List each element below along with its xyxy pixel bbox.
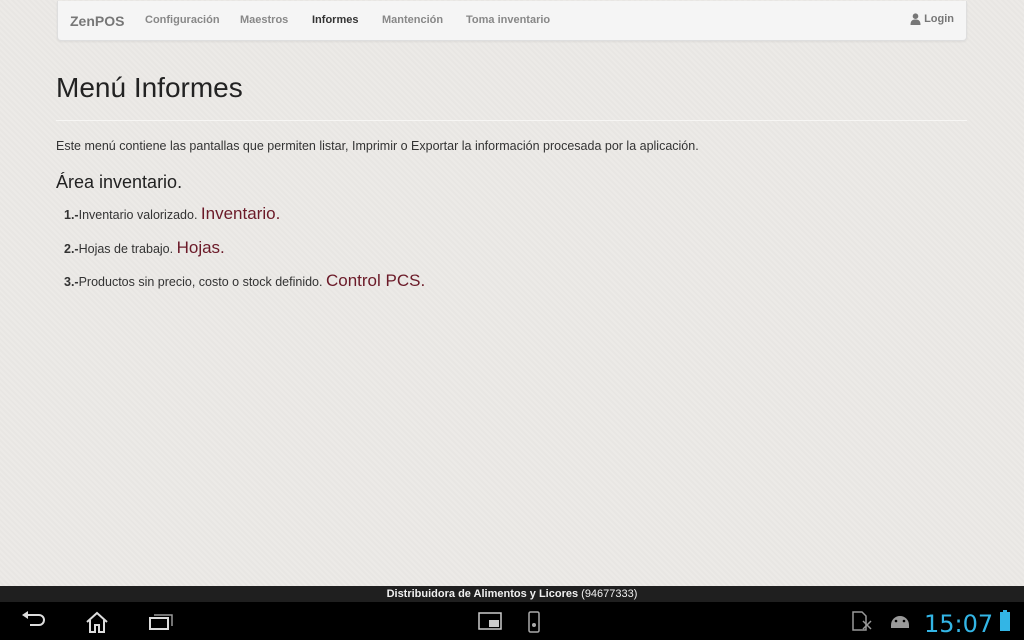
system-navigation-bar: 15:07 bbox=[0, 602, 1024, 640]
nav-item-maestros[interactable]: Maestros bbox=[240, 14, 288, 26]
store-name: Distribuidora de Alimentos y Licores bbox=[386, 588, 579, 600]
battery-icon bbox=[1000, 610, 1010, 631]
intro-text: Este menú contiene las pantallas que per… bbox=[56, 139, 699, 153]
page-title: Menú Informes bbox=[56, 72, 243, 103]
user-icon bbox=[910, 13, 921, 25]
item-number: 3.- bbox=[64, 275, 79, 289]
item-description: Inventario valorizado. bbox=[78, 208, 198, 222]
screenshot-icon[interactable] bbox=[478, 611, 502, 631]
report-item-control-pcs: 3.-Productos sin precio, costo o stock d… bbox=[64, 271, 425, 291]
usb-icon[interactable] bbox=[527, 611, 541, 633]
item-number: 2.- bbox=[64, 242, 79, 256]
android-debug-icon bbox=[891, 616, 909, 628]
link-inventario[interactable]: Inventario. bbox=[201, 204, 280, 223]
nav-item-configuracion[interactable]: Configuración bbox=[145, 14, 220, 26]
footer-status-bar: Distribuidora de Alimentos y Licores (94… bbox=[0, 586, 1024, 602]
brand-logo[interactable]: ZenPOS bbox=[70, 13, 124, 29]
navbar: ZenPOS Configuración Maestros Informes M… bbox=[57, 1, 967, 41]
home-icon[interactable] bbox=[85, 611, 109, 633]
item-description: Hojas de trabajo. bbox=[78, 242, 174, 256]
item-description: Productos sin precio, costo o stock defi… bbox=[78, 275, 323, 289]
link-hojas[interactable]: Hojas. bbox=[177, 238, 225, 257]
nav-item-mantencion[interactable]: Mantención bbox=[382, 14, 443, 26]
item-number: 1.- bbox=[64, 208, 79, 222]
login-label: Login bbox=[924, 13, 954, 25]
report-item-inventario: 1.-Inventario valorizado. Inventario. bbox=[64, 204, 280, 224]
recent-apps-icon[interactable] bbox=[148, 611, 174, 631]
back-icon[interactable] bbox=[20, 611, 46, 631]
page: ZenPOS Configuración Maestros Informes M… bbox=[0, 0, 1024, 586]
nav-item-toma-inventario[interactable]: Toma inventario bbox=[466, 14, 550, 26]
section-title: Área inventario. bbox=[56, 172, 183, 192]
link-control-pcs[interactable]: Control PCS. bbox=[326, 271, 425, 290]
nav-item-informes[interactable]: Informes bbox=[312, 14, 358, 26]
divider bbox=[56, 120, 967, 121]
report-item-hojas: 2.-Hojas de trabajo. Hojas. bbox=[64, 238, 225, 258]
store-phone: (94677333) bbox=[581, 588, 638, 600]
login-link[interactable]: Login bbox=[910, 13, 954, 25]
clock: 15:07 bbox=[924, 610, 994, 638]
sdcard-icon bbox=[852, 611, 872, 631]
